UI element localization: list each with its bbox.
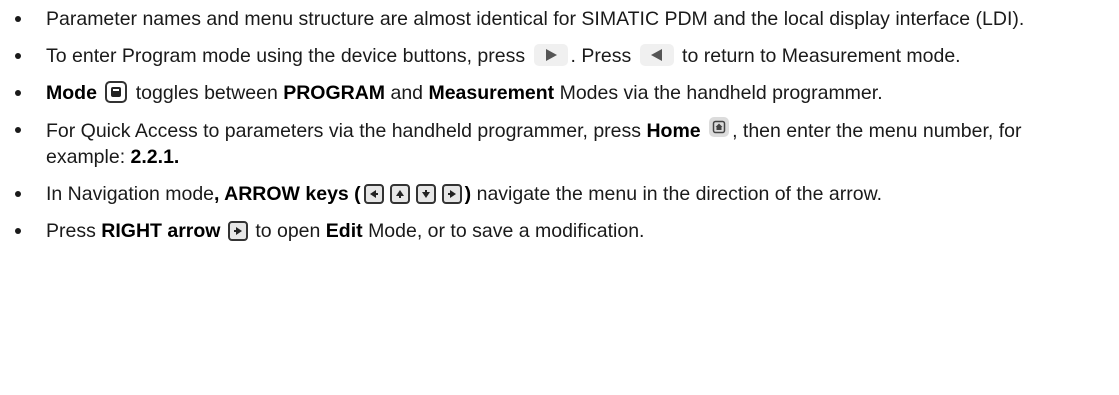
bullet-text: Parameter names and menu structure are a… [46,8,1025,30]
up-arrow-key-icon [389,184,410,204]
bullet-text: navigate the menu in the direction of th… [476,183,883,205]
bullet-text: To enter Program mode using the device b… [46,45,526,67]
bullet-list: Parameter names and menu structure are a… [0,0,1119,244]
list-item: In Navigation mode, ARROW keys ( ) navig… [0,181,1119,207]
list-item: Press RIGHT arrow to open Edit Mode, or … [0,218,1119,244]
right-triangle-key-icon [533,44,568,66]
bullet-text: Press [46,220,96,242]
bold-term: Home [646,120,701,142]
bullet-text: to return to Measurement mode. [682,45,961,67]
bullet-text: Mode, or to save a modification. [368,220,645,242]
left-arrow-key-icon [363,184,384,204]
bullet-text: Modes via the handheld programmer. [559,82,883,104]
arrow-keys-group [361,181,465,207]
right-arrow-key-icon [441,184,462,204]
bold-term: 2.2.1. [130,146,180,168]
down-arrow-key-icon [415,184,436,204]
home-key-icon [709,117,730,137]
right-arrow-key-icon [227,221,248,241]
bold-term: ) [464,183,472,205]
list-item: To enter Program mode using the device b… [0,43,1119,69]
bold-term: RIGHT arrow [101,220,221,242]
left-triangle-key-icon [639,44,674,66]
bullet-text: to open [255,220,321,242]
mode-key-icon [105,81,128,103]
bold-term: PROGRAM [283,82,386,104]
bold-term: , ARROW keys ( [214,183,361,205]
bold-term: Edit [325,220,363,242]
list-item: Parameter names and menu structure are a… [0,6,1119,32]
list-item: Mode toggles between PROGRAM and Measure… [0,80,1119,106]
bold-term: Mode [46,82,97,104]
bullet-text: toggles between [135,82,278,104]
bullet-text: For Quick Access to parameters via the h… [46,120,642,142]
list-item: For Quick Access to parameters via the h… [0,117,1119,170]
bullet-text: In Navigation mode [46,183,215,205]
bullet-text: . Press [570,45,632,67]
bullet-text: and [390,82,424,104]
bold-term: Measurement [428,82,555,104]
